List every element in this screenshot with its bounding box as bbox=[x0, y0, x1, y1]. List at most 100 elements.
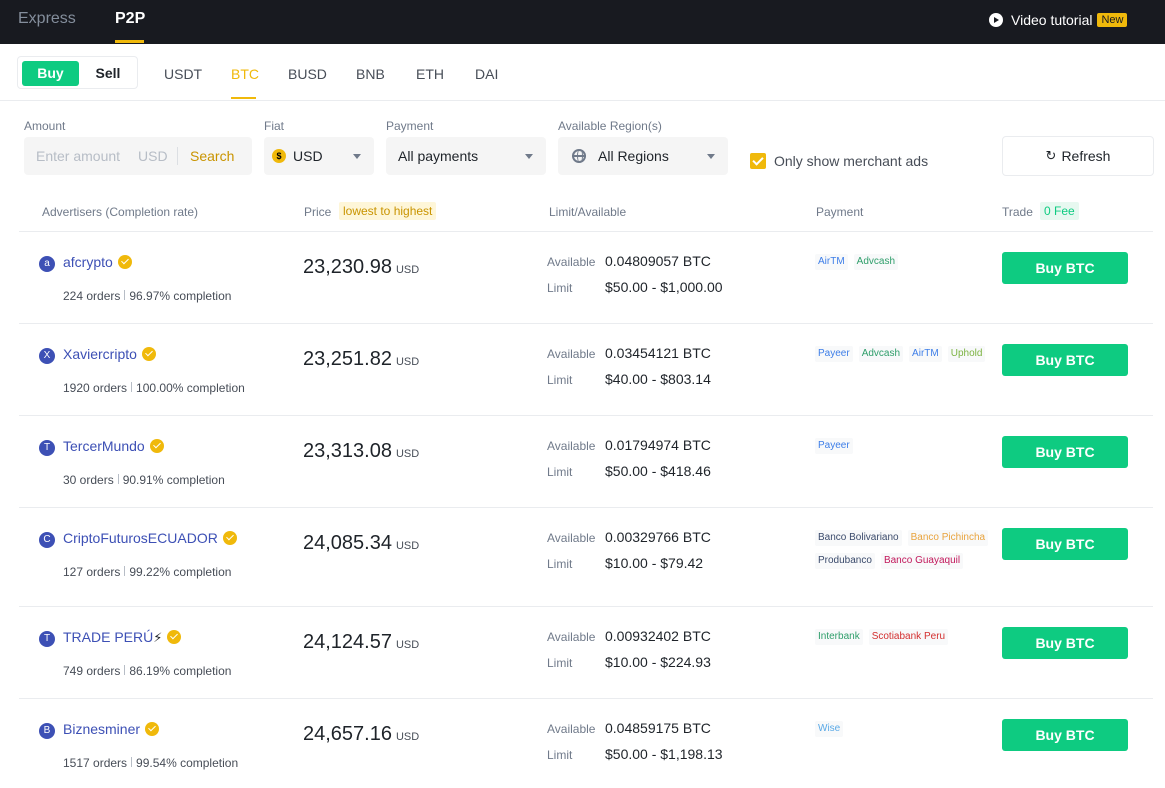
payment-tag: Interbank bbox=[815, 629, 863, 645]
advertiser-avatar: a bbox=[39, 256, 55, 272]
verified-badge-icon bbox=[117, 255, 132, 269]
search-button[interactable]: Search bbox=[190, 148, 234, 164]
region-value: All Regions bbox=[598, 148, 669, 164]
payment-methods: Banco Bolivariano Banco Pichincha Produban… bbox=[815, 530, 995, 569]
tab-express[interactable]: Express bbox=[18, 10, 76, 28]
price-value: 23,251.82 bbox=[303, 348, 392, 370]
available-value: 0.04809057 BTC bbox=[605, 253, 711, 269]
merchant-only-checkbox[interactable] bbox=[750, 153, 766, 169]
advertiser-name-text: CriptoFuturosECUADOR bbox=[63, 530, 218, 546]
buy-btc-button[interactable]: Buy BTC bbox=[1002, 436, 1128, 468]
order-count: 224 orders bbox=[63, 289, 121, 303]
ad-price: 23,251.82 USD bbox=[303, 348, 419, 371]
limit-value: $10.00 - $224.93 bbox=[605, 654, 711, 670]
advertiser-name-text: Xaviercripto bbox=[63, 346, 137, 362]
region-label: Available Region(s) bbox=[558, 119, 662, 133]
payment-label: Payment bbox=[386, 119, 434, 133]
advertiser-stats: 30 orders 90.91% completion bbox=[63, 473, 225, 487]
limit-value: $10.00 - $79.42 bbox=[605, 555, 704, 571]
limit-value: $50.00 - $1,198.13 bbox=[605, 746, 723, 762]
price-sort-badge[interactable]: lowest to highest bbox=[339, 202, 437, 220]
advertiser-name[interactable]: TRADE PERÚ⚡ bbox=[63, 629, 182, 646]
price-unit: USD bbox=[395, 264, 420, 276]
advertiser-name[interactable]: afcrypto bbox=[63, 254, 132, 270]
asset-tab-usdt[interactable]: USDT bbox=[164, 66, 202, 82]
asset-tab-btc[interactable]: BTC bbox=[231, 66, 259, 82]
payment-tag: AirTM bbox=[909, 346, 942, 362]
stats-separator bbox=[131, 382, 133, 392]
new-badge: New bbox=[1097, 13, 1128, 27]
payment-select[interactable]: All payments bbox=[386, 137, 546, 175]
refresh-button[interactable]: ↻ Refresh bbox=[1002, 136, 1154, 176]
stats-separator bbox=[124, 665, 126, 675]
completion-rate: 86.19% completion bbox=[129, 664, 232, 678]
region-select[interactable]: All Regions bbox=[558, 137, 728, 175]
advertiser-name[interactable]: CriptoFuturosECUADOR bbox=[63, 530, 237, 546]
completion-rate: 99.22% completion bbox=[129, 565, 232, 579]
ad-price: 23,313.08 USD bbox=[303, 440, 419, 463]
payment-tag: Payeer bbox=[815, 346, 853, 362]
buy-btc-button[interactable]: Buy BTC bbox=[1002, 528, 1128, 560]
amount-separator bbox=[177, 147, 178, 165]
amount-placeholder: Enter amount bbox=[36, 148, 121, 164]
asset-tab-eth[interactable]: ETH bbox=[416, 66, 444, 82]
completion-rate: 90.91% completion bbox=[122, 473, 225, 487]
amount-currency: USD bbox=[138, 148, 168, 164]
payment-methods: AirTM Advcash bbox=[815, 254, 995, 270]
available-label: Available bbox=[547, 439, 596, 453]
video-tutorial-label: Video tutorial bbox=[1011, 12, 1093, 28]
order-count: 1517 orders bbox=[63, 756, 128, 770]
asset-tab-busd[interactable]: BUSD bbox=[288, 66, 327, 82]
asset-tab-bnb[interactable]: BNB bbox=[356, 66, 385, 82]
payment-tag: Wise bbox=[815, 721, 844, 737]
ad-price: 24,657.16 USD bbox=[303, 723, 419, 746]
buy-toggle-button[interactable]: Buy bbox=[22, 61, 79, 86]
ad-price: 24,085.34 USD bbox=[303, 532, 419, 555]
asset-tab-dai[interactable]: DAI bbox=[475, 66, 498, 82]
verified-badge-icon bbox=[167, 630, 182, 644]
limit-label: Limit bbox=[547, 465, 573, 479]
available-label: Available bbox=[547, 255, 596, 269]
tab-p2p[interactable]: P2P bbox=[115, 10, 145, 28]
video-tutorial-link[interactable]: Video tutorial New bbox=[989, 12, 1128, 28]
advertiser-name[interactable]: TercerMundo bbox=[63, 438, 164, 454]
advertiser-name[interactable]: Biznesminer bbox=[63, 721, 160, 737]
merchant-only-label: Only show merchant ads bbox=[774, 153, 929, 169]
sell-toggle-button[interactable]: Sell bbox=[80, 61, 136, 86]
advertiser-avatar: C bbox=[39, 532, 55, 548]
advertiser-stats: 1517 orders 99.54% completion bbox=[63, 756, 238, 770]
payment-methods: Interbank Scotiabank Peru bbox=[815, 629, 995, 645]
advertiser-stats: 224 orders 96.97% completion bbox=[63, 289, 231, 303]
usd-coin-icon: $ bbox=[272, 149, 286, 163]
verified-badge-icon bbox=[141, 347, 156, 361]
payment-tag: AirTM bbox=[815, 254, 848, 270]
advertiser-name-text: afcrypto bbox=[63, 254, 113, 270]
amount-input[interactable]: Enter amount USD Search bbox=[24, 137, 252, 175]
fiat-select[interactable]: $ USD bbox=[264, 137, 374, 175]
buy-btc-button[interactable]: Buy BTC bbox=[1002, 252, 1128, 284]
limit-label: Limit bbox=[547, 748, 573, 762]
buy-btc-button[interactable]: Buy BTC bbox=[1002, 627, 1128, 659]
chevron-down-icon bbox=[525, 154, 533, 159]
advertiser-name[interactable]: Xaviercripto bbox=[63, 346, 156, 362]
available-value: 0.04859175 BTC bbox=[605, 720, 711, 736]
verified-badge-icon bbox=[149, 439, 164, 453]
chevron-down-icon bbox=[353, 154, 361, 159]
ad-row: X Xaviercripto 1920 orders 100.00% completi… bbox=[0, 324, 1165, 416]
limit-value: $50.00 - $1,000.00 bbox=[605, 279, 723, 295]
advertiser-avatar: T bbox=[39, 631, 55, 647]
price-unit: USD bbox=[395, 731, 420, 743]
order-count: 1920 orders bbox=[63, 381, 128, 395]
buy-btc-button[interactable]: Buy BTC bbox=[1002, 719, 1128, 751]
price-value: 23,230.98 bbox=[303, 256, 392, 278]
price-unit: USD bbox=[395, 540, 420, 552]
buy-btc-button[interactable]: Buy BTC bbox=[1002, 344, 1128, 376]
advertiser-name-text: TRADE PERÚ bbox=[63, 629, 154, 645]
buy-sell-toggle: Buy Sell bbox=[17, 56, 138, 89]
available-value: 0.03454121 BTC bbox=[605, 345, 711, 361]
active-tab-indicator bbox=[115, 40, 144, 43]
advertiser-stats: 749 orders 86.19% completion bbox=[63, 664, 231, 678]
amount-label: Amount bbox=[24, 119, 66, 133]
price-value: 23,313.08 bbox=[303, 440, 392, 462]
order-count: 127 orders bbox=[63, 565, 121, 579]
